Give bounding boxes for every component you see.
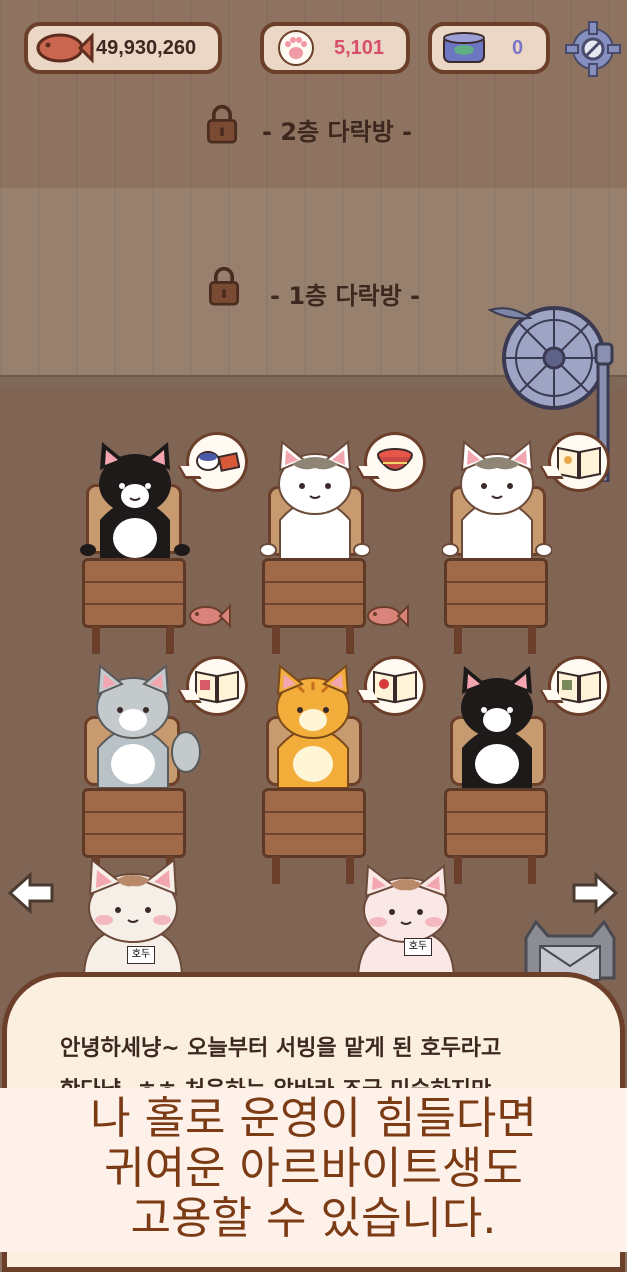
book-icon xyxy=(195,670,239,704)
staff-cat[interactable] xyxy=(342,864,470,980)
desk xyxy=(82,788,186,858)
fish-icon xyxy=(36,32,94,64)
caption-line-2: 귀여운 아르바이트생도 xyxy=(104,1143,523,1194)
order-bubble[interactable] xyxy=(548,432,610,492)
fish-counter[interactable]: 49,930,260 xyxy=(24,22,222,74)
lock-icon[interactable] xyxy=(207,266,241,306)
lock-icon[interactable] xyxy=(205,104,239,144)
cat-food-can-icon xyxy=(443,32,485,63)
fish-icon[interactable] xyxy=(186,594,232,634)
gear-icon[interactable] xyxy=(564,20,622,78)
caption-line-1: 나 홀로 운영이 힘들다면 xyxy=(90,1093,537,1144)
order-bubble[interactable] xyxy=(364,432,426,492)
customer-cat-orange[interactable] xyxy=(258,664,370,788)
customer-cat-black[interactable] xyxy=(80,440,190,560)
dialog-line-1: 안녕하세냥~ 오늘부터 서빙을 맡게 된 호두라고 xyxy=(60,1036,502,1061)
customer-cat-black[interactable] xyxy=(442,664,554,788)
customer-cat-tabby[interactable] xyxy=(442,440,552,560)
desk-leg xyxy=(346,626,354,654)
desk xyxy=(444,558,548,628)
desk-leg xyxy=(272,626,280,654)
order-bubble[interactable] xyxy=(186,656,248,716)
desk-leg xyxy=(166,626,174,654)
desk-leg xyxy=(528,626,536,654)
ramen-bowl-icon xyxy=(377,448,413,471)
desk-leg xyxy=(454,626,462,654)
right-arrow-icon[interactable] xyxy=(570,868,620,918)
paw-count: 5,101 xyxy=(334,36,385,59)
promo-caption: 나 홀로 운영이 힘들다면 귀여운 아르바이트생도 고용할 수 있습니다. xyxy=(0,1088,627,1252)
left-arrow-icon[interactable] xyxy=(6,868,56,918)
paw-counter[interactable]: 5,101 xyxy=(260,22,410,74)
paw-icon xyxy=(278,30,314,66)
desk xyxy=(444,788,548,858)
book-icon xyxy=(373,670,417,704)
can-counter[interactable]: 0 xyxy=(428,22,550,74)
customer-cat-grey[interactable] xyxy=(78,664,202,788)
desk xyxy=(262,788,366,858)
name-tag: 호두 xyxy=(127,946,155,964)
floor1-title: - 1층 다락방 - xyxy=(270,282,421,310)
floor2-title: - 2층 다락방 - xyxy=(262,118,413,146)
food-tray-icon xyxy=(196,451,240,472)
customer-cat-tabby[interactable] xyxy=(260,440,370,560)
caption-line-3: 고용할 수 있습니다. xyxy=(130,1193,497,1244)
order-bubble[interactable] xyxy=(548,656,610,716)
fish-count: 49,930,260 xyxy=(96,36,197,59)
desk-leg xyxy=(272,856,280,884)
can-count: 0 xyxy=(512,36,524,59)
desk xyxy=(262,558,366,628)
order-bubble[interactable] xyxy=(186,432,248,492)
desk xyxy=(82,558,186,628)
book-icon xyxy=(557,446,601,480)
desk-leg xyxy=(92,626,100,654)
name-tag: 호두 xyxy=(404,938,432,956)
fish-icon[interactable] xyxy=(364,594,410,634)
desk-leg xyxy=(528,856,536,884)
order-bubble[interactable] xyxy=(364,656,426,716)
book-icon xyxy=(557,670,601,704)
